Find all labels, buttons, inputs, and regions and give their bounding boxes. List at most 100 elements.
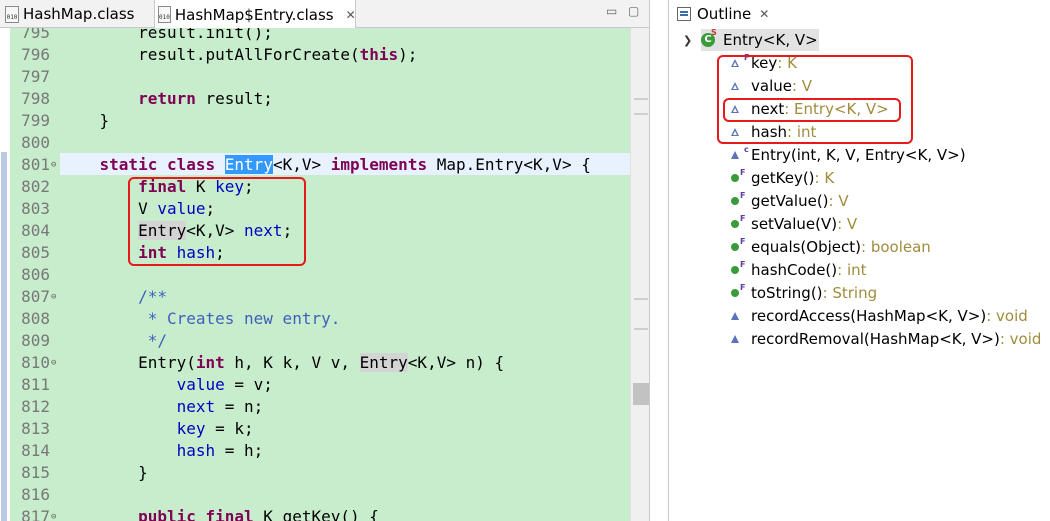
code-token: ; bbox=[205, 199, 216, 218]
code-text: return result; bbox=[61, 88, 273, 110]
tab-hashmap-class[interactable]: 010 HashMap.class bbox=[2, 0, 150, 28]
code-line[interactable]: 812 next = n; bbox=[0, 396, 630, 418]
code-line[interactable]: 803 V value; bbox=[0, 198, 630, 220]
code-token: result.putAllForCreate( bbox=[61, 45, 360, 64]
code-line[interactable]: 817 ⊖ public final K getKey() { bbox=[0, 506, 630, 521]
chevron-down-icon[interactable]: ❯ bbox=[683, 34, 692, 47]
line-number: 801 bbox=[21, 155, 50, 174]
close-icon[interactable]: ✕ bbox=[346, 8, 356, 22]
code-text: result.init(); bbox=[61, 28, 273, 44]
code-line[interactable]: 795 result.init(); bbox=[0, 28, 630, 44]
code-line[interactable]: 809 */ bbox=[0, 330, 630, 352]
icon-modifier: F bbox=[740, 168, 746, 177]
line-number: 802 bbox=[21, 177, 50, 196]
code-line[interactable]: 805 int hash; bbox=[0, 242, 630, 264]
outline-item-type: : V bbox=[837, 215, 858, 233]
code-area[interactable]: 795 result.init(); 796 result.putAllForCr… bbox=[0, 28, 649, 521]
code-line[interactable]: 801 ⊖ static class Entry<K,V> implements … bbox=[0, 154, 630, 176]
code-token: final bbox=[205, 507, 254, 521]
code-token: hash bbox=[176, 441, 216, 460]
outline-item-hash[interactable]: hash : int bbox=[731, 121, 816, 143]
code-text: */ bbox=[61, 330, 167, 352]
outline-item-recordaccess[interactable]: recordAccess(HashMap<K, V>) : void bbox=[731, 305, 1028, 327]
code-line[interactable]: 802 final K key; bbox=[0, 176, 630, 198]
outline-item-getkey[interactable]: FgetKey() : K bbox=[731, 167, 834, 189]
outline-item-equals[interactable]: Fequals(Object) : boolean bbox=[731, 236, 931, 258]
code-token: h, K k, V v, bbox=[224, 353, 360, 372]
code-line[interactable]: 806 bbox=[0, 264, 630, 286]
minimize-icon[interactable]: ▭ bbox=[606, 4, 617, 18]
public-final-method-icon: F bbox=[731, 260, 745, 274]
code-line[interactable]: 798 return result; bbox=[0, 88, 630, 110]
outline-view[interactable]: Outline ✕ ❯ CS Entry<K, V> Fkey : Kvalue… bbox=[668, 0, 1050, 521]
vertical-scrollbar[interactable] bbox=[630, 28, 649, 521]
line-number: 816 bbox=[21, 485, 50, 504]
outline-item-type: : String bbox=[822, 284, 878, 302]
code-line[interactable]: 800 bbox=[0, 132, 630, 154]
code-token: = h; bbox=[215, 441, 264, 460]
close-icon[interactable]: ✕ bbox=[759, 7, 769, 21]
scrollbar-thumb[interactable] bbox=[633, 383, 649, 405]
line-number: 814 bbox=[21, 441, 50, 460]
outline-item-value[interactable]: value : V bbox=[731, 75, 812, 97]
code-line[interactable]: 810 ⊖ Entry(int h, K k, V v, Entry<K,V> n… bbox=[0, 352, 630, 374]
code-token: <K,V> n) { bbox=[407, 353, 505, 372]
code-text: result.putAllForCreate(this); bbox=[61, 44, 417, 66]
code-token: value bbox=[157, 199, 206, 218]
outline-item-next[interactable]: next : Entry<K, V> bbox=[731, 98, 889, 120]
code-text: int hash; bbox=[61, 242, 225, 264]
code-text: } bbox=[61, 462, 148, 484]
outline-item-entry[interactable]: c Entry(int, K, V, Entry<K, V>) bbox=[731, 144, 966, 166]
outline-item-type: : boolean bbox=[861, 238, 931, 256]
outline-item-type: : int bbox=[787, 123, 817, 141]
fold-toggle-icon[interactable]: ⊖ bbox=[51, 154, 56, 176]
code-line[interactable]: 813 key = k; bbox=[0, 418, 630, 440]
code-line[interactable]: 796 result.putAllForCreate(this); bbox=[0, 44, 630, 66]
code-line[interactable]: 816 bbox=[0, 484, 630, 506]
outline-item-type: : int bbox=[837, 261, 867, 279]
code-line[interactable]: 808 * Creates new entry. bbox=[0, 308, 630, 330]
code-token: return bbox=[138, 89, 196, 108]
code-line[interactable]: 814 hash = h; bbox=[0, 440, 630, 462]
maximize-icon[interactable]: ▢ bbox=[628, 4, 639, 18]
outline-item-getvalue[interactable]: FgetValue() : V bbox=[731, 190, 849, 212]
outline-item-recordremoval[interactable]: recordRemoval(HashMap<K, V>) : void bbox=[731, 328, 1041, 350]
code-line[interactable]: 804 Entry<K,V> next; bbox=[0, 220, 630, 242]
code-line[interactable]: 811 value = v; bbox=[0, 374, 630, 396]
code-token: V bbox=[61, 199, 158, 218]
code-token: final bbox=[138, 177, 187, 196]
code-token: } bbox=[61, 111, 110, 130]
outline-item-label: recordAccess(HashMap<K, V>) bbox=[751, 307, 987, 325]
code-line[interactable]: 815 } bbox=[0, 462, 630, 484]
line-number: 800 bbox=[21, 133, 50, 152]
static-class-icon: CS bbox=[701, 28, 717, 47]
code-token: this bbox=[359, 45, 399, 64]
line-number: 795 bbox=[21, 28, 50, 42]
outline-item-hashcode[interactable]: FhashCode() : int bbox=[731, 259, 867, 281]
line-number: 812 bbox=[21, 397, 50, 416]
code-editor[interactable]: 010 HashMap.class 010 HashMap$Entry.clas… bbox=[0, 0, 650, 521]
outline-root-entry-class[interactable]: ❯ CS Entry<K, V> bbox=[683, 28, 819, 51]
outline-item-setvalue[interactable]: FsetValue(V) : V bbox=[731, 213, 857, 235]
fold-toggle-icon[interactable]: ⊖ bbox=[51, 352, 56, 374]
outline-item-key[interactable]: Fkey : K bbox=[731, 52, 797, 74]
code-text: key = k; bbox=[61, 418, 254, 440]
code-token: public bbox=[138, 507, 196, 521]
code-line[interactable]: 799 } bbox=[0, 110, 630, 132]
outline-item-label: key bbox=[751, 54, 778, 72]
fold-toggle-icon[interactable]: ⊖ bbox=[51, 506, 56, 521]
code-line[interactable]: 807 ⊖ /** bbox=[0, 286, 630, 308]
fold-toggle-icon[interactable]: ⊖ bbox=[51, 286, 56, 308]
code-token: static bbox=[99, 155, 158, 174]
tab-hashmap-entry-class[interactable]: 010 HashMap$Entry.class ✕ bbox=[154, 0, 356, 29]
outline-item-tostring[interactable]: FtoString() : String bbox=[731, 282, 877, 304]
code-token: = k; bbox=[205, 419, 254, 438]
code-line[interactable]: 797 bbox=[0, 66, 630, 88]
